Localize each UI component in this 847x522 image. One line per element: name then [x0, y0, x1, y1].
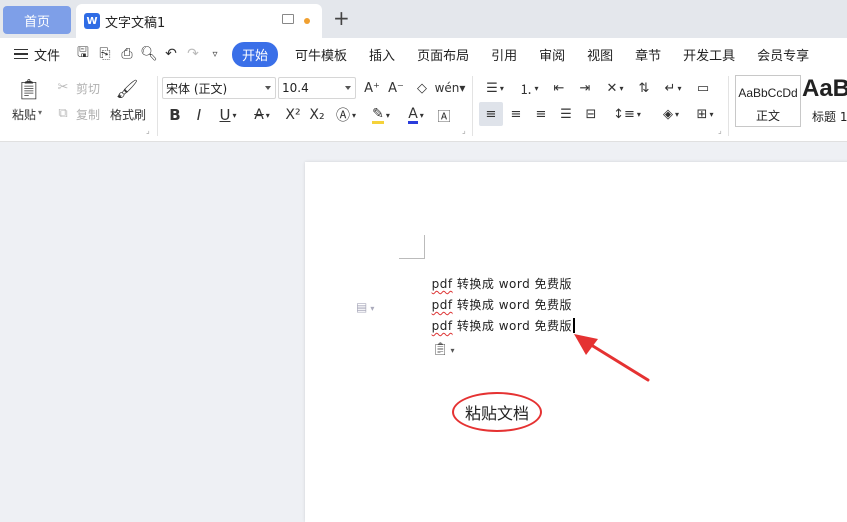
hamburger-icon[interactable] — [14, 46, 28, 63]
ribbon-divider — [157, 76, 158, 136]
wps-writer-icon: W — [84, 13, 100, 29]
format-painter-button[interactable]: 格式刷 — [110, 106, 146, 123]
font-name-value: 宋体 (正文) — [166, 81, 228, 96]
menu-item-references[interactable]: 引用 — [491, 45, 517, 64]
customize-chevron-icon[interactable]: ▿ — [204, 43, 226, 65]
grow-font-icon[interactable]: A⁺ — [362, 78, 382, 98]
menu-item-insert[interactable]: 插入 — [369, 45, 395, 64]
menu-item-member[interactable]: 会员专享 — [757, 45, 809, 64]
paste-options-icon[interactable]: 📋︎ ▾ — [432, 342, 462, 360]
document-tab-title: 文字文稿1 — [105, 15, 166, 31]
paste-button[interactable]: 粘贴 — [12, 106, 36, 123]
decrease-indent-icon[interactable]: ⇤ — [548, 78, 570, 98]
new-tab-plus-icon[interactable]: + — [333, 8, 350, 28]
paste-dropdown-icon[interactable]: ▾ — [38, 108, 42, 117]
title-tab-bar: 首页 W 文字文稿1 + — [0, 0, 847, 38]
unsaved-dot-icon — [304, 18, 310, 24]
file-menu[interactable]: 文件 — [34, 45, 60, 64]
ribbon-toolbar: 📋︎ 粘贴 ▾ ✂ 剪切 ⧉ 复制 🖌︎ 格式刷 ⌟ 宋体 (正文) 10.4 … — [0, 70, 847, 142]
show-marks-icon[interactable]: ↵ ▾ — [658, 78, 688, 98]
print-icon[interactable]: ⎙ — [116, 43, 138, 65]
menu-item-view[interactable]: 视图 — [587, 45, 613, 64]
cut-button[interactable]: 剪切 — [76, 80, 100, 97]
align-left-icon[interactable]: ≡ — [479, 102, 503, 126]
character-border-icon[interactable]: 🄰 — [434, 104, 454, 126]
clear-format-icon[interactable]: ◇ — [412, 78, 432, 98]
ribbon-divider — [472, 76, 473, 136]
save-icon[interactable]: 🖫 — [72, 43, 94, 65]
copy-button[interactable]: 复制 — [76, 106, 100, 123]
justify-icon[interactable]: ☰ — [555, 104, 577, 124]
phonetic-guide-icon[interactable]: wén▾ — [435, 78, 466, 98]
increase-indent-icon[interactable]: ⇥ — [574, 78, 596, 98]
sort-icon[interactable]: ⇅ — [634, 78, 654, 98]
bullet-list-icon[interactable]: ☰ ▾ — [480, 78, 510, 98]
menu-item-templates[interactable]: 可牛模板 — [295, 45, 347, 64]
display-icon[interactable] — [282, 14, 294, 24]
document-line-3[interactable]: pdf 转换成 word 免费版 — [423, 303, 575, 334]
font-size-select[interactable]: 10.4 — [278, 77, 356, 99]
font-color-icon[interactable]: A ▾ — [402, 104, 430, 126]
copy-icon[interactable]: ⧉ — [54, 104, 72, 122]
shading-icon[interactable]: ◈ ▾ — [656, 104, 686, 124]
ruler-icon[interactable]: ▭ — [692, 78, 714, 98]
italic-icon[interactable]: I — [189, 104, 209, 126]
misspelled-word: pdf — [431, 319, 453, 333]
menu-bar: 文件 🖫 ⎘ ⎙ 🔍︎ ↶ ↷ ▿ 开始 可牛模板 插入 页面布局 引用 审阅 … — [0, 38, 847, 70]
style-heading-1-name: 标题 1 — [812, 110, 847, 124]
underline-icon[interactable]: U ▾ — [213, 104, 243, 126]
font-size-value: 10.4 — [282, 81, 309, 95]
subscript-icon[interactable]: X₂ — [306, 104, 328, 126]
paste-icon[interactable]: 📋︎ — [16, 76, 42, 102]
chevron-down-icon — [265, 86, 271, 90]
paragraph-handle-icon[interactable]: ▤ ▾ — [356, 300, 380, 314]
numbered-list-icon[interactable]: ⒈ ▾ — [514, 78, 544, 98]
chinese-layout-icon[interactable]: ✕ ▾ — [600, 78, 630, 98]
style-normal-sample: AaBbCcDd — [738, 86, 798, 100]
cut-icon[interactable]: ✂ — [54, 78, 72, 96]
text-effect-icon[interactable]: Ⓐ ▾ — [332, 104, 360, 126]
annotation-label: 粘贴文档 — [464, 404, 529, 423]
annotation-oval: 粘贴文档 — [452, 392, 542, 432]
style-heading-1-sample: AaB — [802, 75, 847, 102]
menu-item-developer[interactable]: 开发工具 — [683, 45, 735, 64]
paragraph-group-expand-icon[interactable]: ⌟ — [718, 126, 722, 135]
align-center-icon[interactable]: ≡ — [505, 104, 527, 124]
font-name-select[interactable]: 宋体 (正文) — [162, 77, 276, 99]
strikethrough-icon[interactable]: A ▾ — [248, 104, 276, 126]
style-normal[interactable]: AaBbCcDd 正文 — [735, 75, 801, 127]
annotation-arrow — [574, 334, 650, 382]
line-spacing-icon[interactable]: ↕≡ ▾ — [612, 104, 642, 124]
borders-icon[interactable]: ⊞ ▾ — [690, 104, 720, 124]
home-tab[interactable]: 首页 — [3, 6, 71, 34]
ribbon-divider — [728, 76, 729, 136]
shrink-font-icon[interactable]: A⁻ — [386, 78, 406, 98]
chevron-down-icon — [345, 86, 351, 90]
style-heading-1[interactable]: AaB 标题 1 — [802, 75, 847, 127]
document-tab[interactable]: W 文字文稿1 — [76, 4, 322, 38]
distributed-icon[interactable]: ⊟ — [580, 104, 602, 124]
font-group-expand-icon[interactable]: ⌟ — [462, 126, 466, 135]
menu-item-review[interactable]: 审阅 — [539, 45, 565, 64]
format-painter-icon[interactable]: 🖌︎ — [115, 76, 139, 102]
bold-icon[interactable]: B — [165, 104, 185, 126]
menu-item-start[interactable]: 开始 — [232, 41, 279, 67]
undo-icon[interactable]: ↶ — [160, 43, 182, 65]
margin-corner-mark — [399, 235, 425, 259]
redo-icon[interactable]: ↷ — [182, 43, 204, 65]
superscript-icon[interactable]: X² — [282, 104, 304, 126]
clipboard-expand-icon[interactable]: ⌟ — [146, 126, 150, 135]
style-normal-name: 正文 — [755, 109, 780, 123]
line-text: 转换成 word 免费版 — [452, 319, 573, 333]
highlight-color-icon[interactable]: ✎ ▾ — [366, 104, 396, 126]
export-pdf-icon[interactable]: ⎘ — [94, 43, 116, 65]
align-right-icon[interactable]: ≡ — [530, 104, 552, 124]
menu-item-page-layout[interactable]: 页面布局 — [417, 45, 469, 64]
menu-item-chapter[interactable]: 章节 — [635, 45, 661, 64]
print-preview-icon[interactable]: 🔍︎ — [138, 43, 160, 65]
